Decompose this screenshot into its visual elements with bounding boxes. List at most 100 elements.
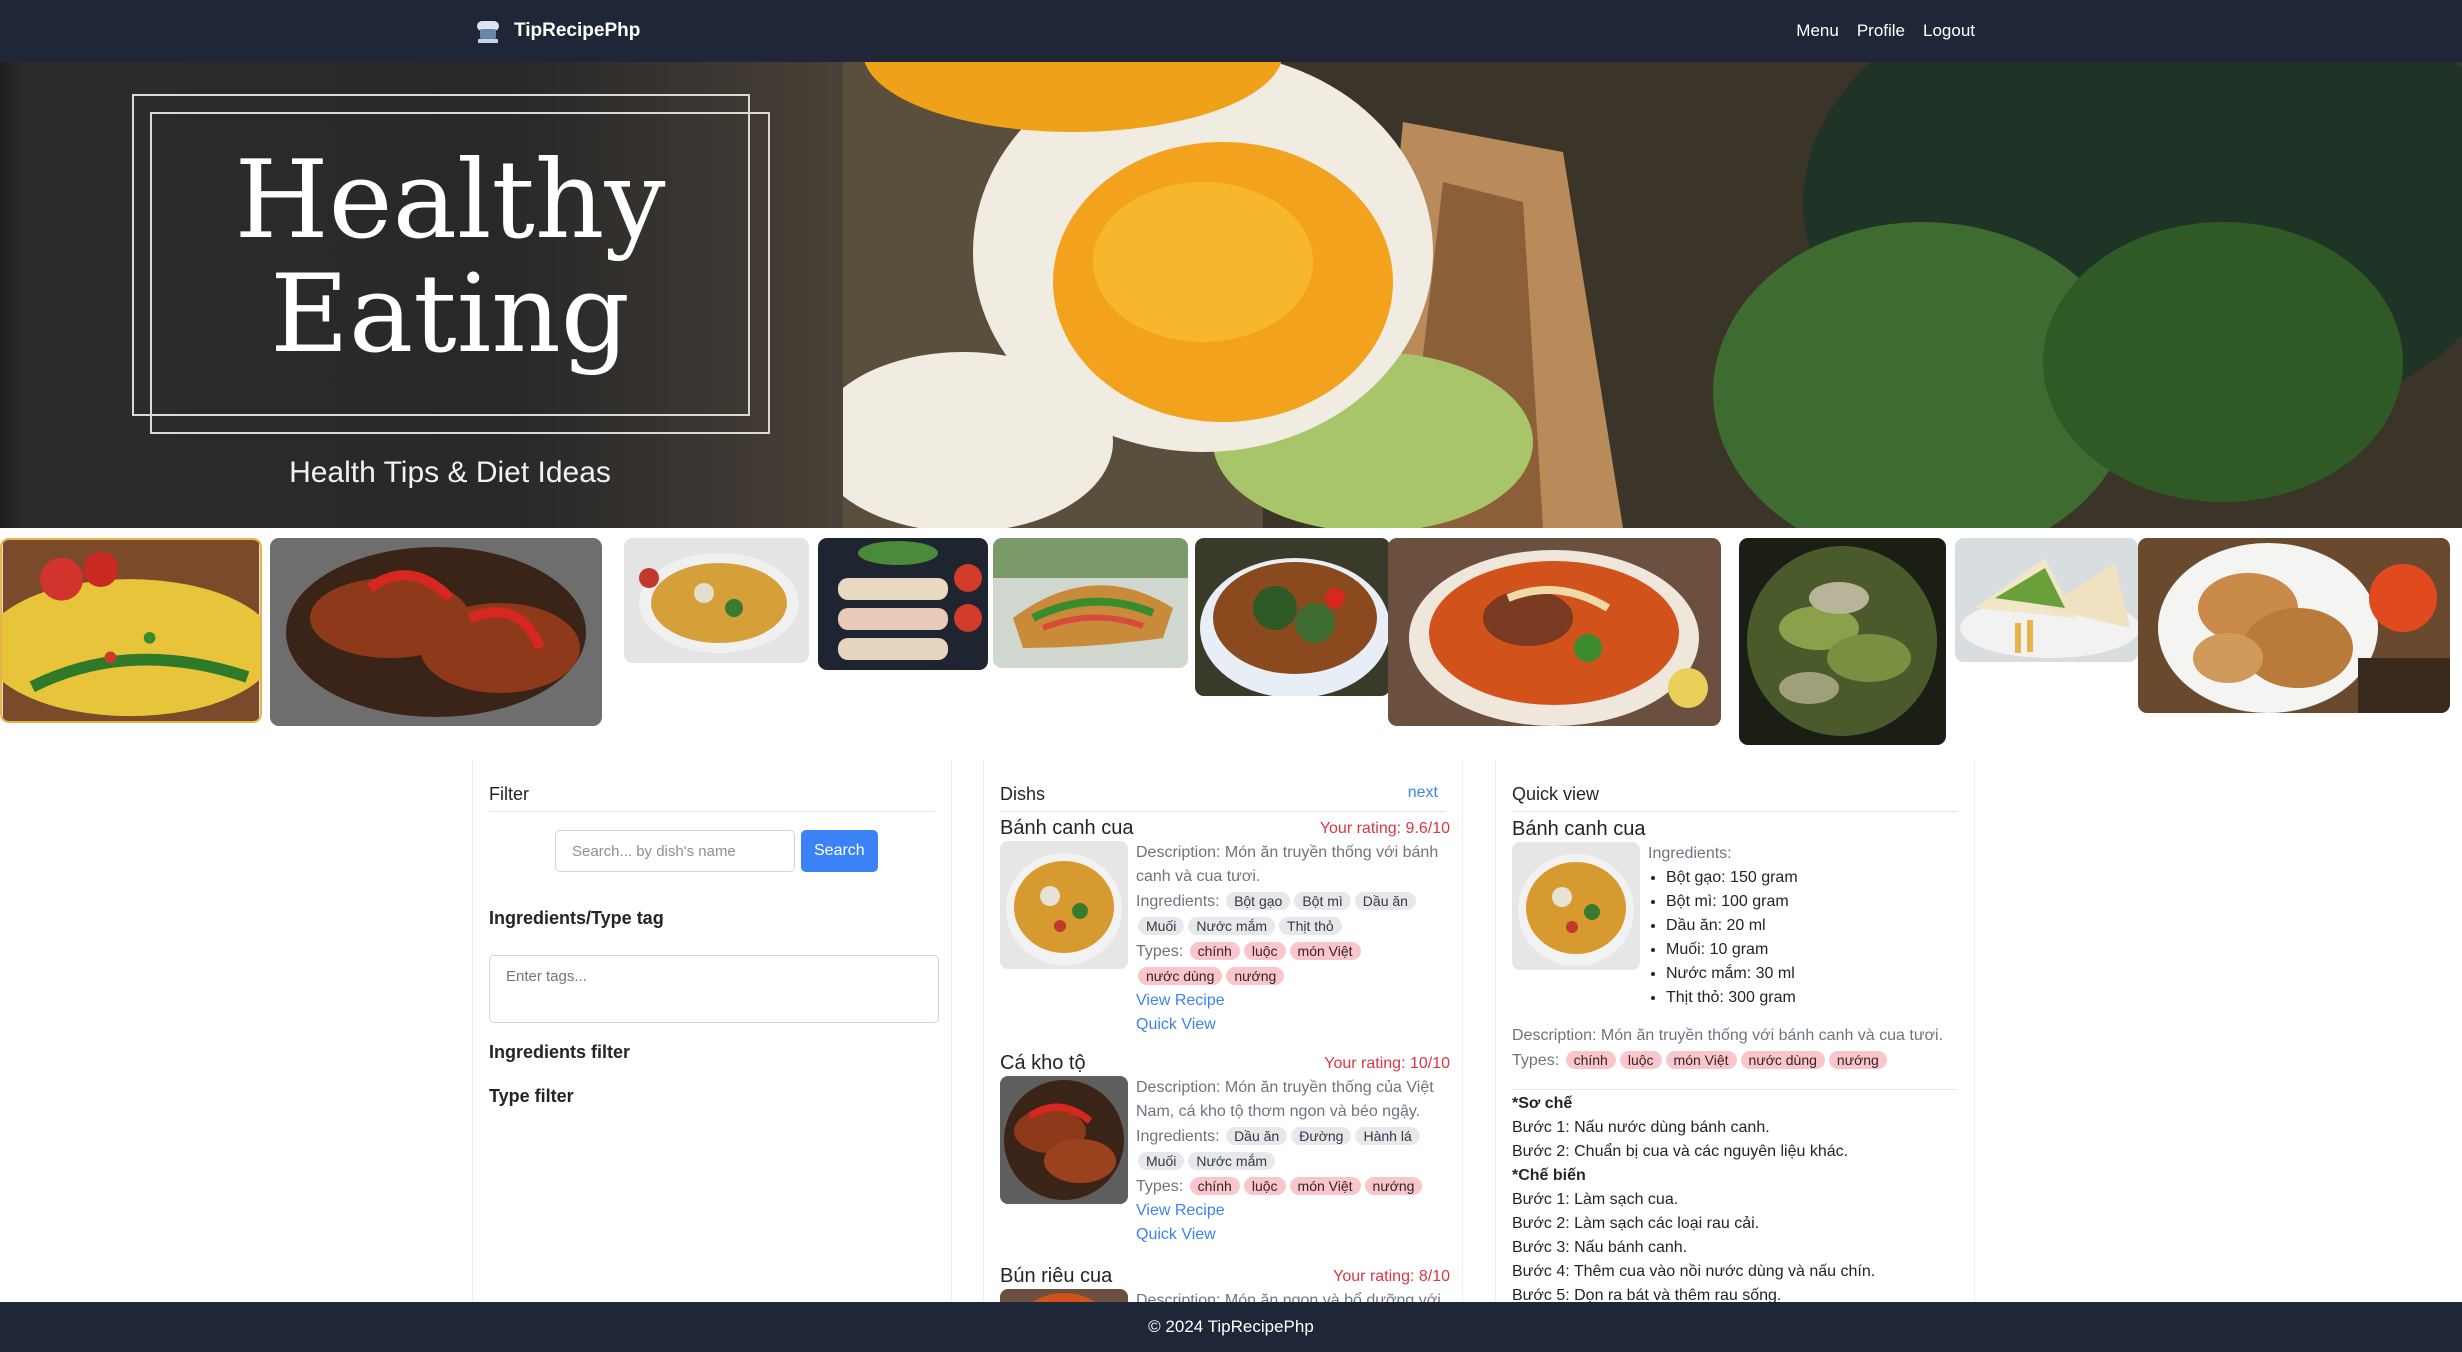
tags-label: Ingredients/Type tag <box>489 908 664 928</box>
dishes-panel: Dishs next Bánh canh cua Your rating: 9.… <box>983 760 1463 1305</box>
carousel-image[interactable] <box>818 538 988 670</box>
navbar: TipRecipePhp Menu Profile Logout <box>0 0 2462 62</box>
ingredients-label: Ingredients: <box>1136 893 1220 910</box>
dish-description: Description: Món ăn truyền thống với bán… <box>1136 844 1439 885</box>
quick-view-link[interactable]: Quick View <box>1136 1223 1448 1247</box>
prep-step: Bước 2: Chuẩn bị cua và các nguyên liệu … <box>1512 1143 1849 1160</box>
ingredient-tag[interactable]: Bột mì <box>1294 892 1351 910</box>
type-tag[interactable]: nướng <box>1364 1177 1423 1195</box>
type-tag[interactable]: món Việt <box>1665 1051 1737 1069</box>
ingredient-item: Muối: 10 gram <box>1666 938 1798 962</box>
view-recipe-link[interactable]: View Recipe <box>1136 989 1448 1013</box>
type-tag[interactable]: chính <box>1189 1177 1240 1195</box>
hero-subtitle: Health Tips & Diet Ideas <box>289 456 611 489</box>
type-tag[interactable]: chính <box>1189 942 1240 960</box>
cook-step: Bước 4: Thêm cua vào nồi nước dùng và nấ… <box>1512 1263 1876 1280</box>
cook-step: Bước 1: Làm sạch cua. <box>1512 1191 1679 1208</box>
ingredient-tag[interactable]: Hành lá <box>1355 1127 1420 1145</box>
dish-ingredients: Ingredients: Dầu ăn Đường Hành lá Muối Nước … <box>1136 1124 1448 1174</box>
ingredient-tag[interactable]: Nước mắm <box>1188 1152 1276 1170</box>
divider <box>1512 1089 1956 1090</box>
quick-view-link[interactable]: Quick View <box>1136 1013 1448 1037</box>
carousel-image[interactable] <box>1388 538 1721 726</box>
cook-step: Bước 3: Nấu bánh canh. <box>1512 1239 1688 1256</box>
ingredient-tag[interactable]: Muối <box>1138 917 1185 935</box>
types-label: Types: <box>1512 1052 1560 1069</box>
type-tag[interactable]: luộc <box>1243 1177 1286 1195</box>
dish-ingredients: Ingredients: Bột gạo Bột mì Dầu ăn Muối Nước… <box>1136 889 1448 939</box>
brand[interactable]: TipRecipePhp <box>472 14 640 48</box>
ingredient-item: Nước mắm: 30 ml <box>1666 962 1798 986</box>
nav-logout-link[interactable]: Logout <box>1923 21 1975 41</box>
quick-view-dish-name: Bánh canh cua <box>1512 818 1646 840</box>
dish-image <box>1000 841 1128 969</box>
nav-links: Menu Profile Logout <box>1796 0 1975 62</box>
carousel-image[interactable] <box>270 538 602 726</box>
ingredient-item: Thịt thỏ: 300 gram <box>1666 986 1798 1010</box>
search-input[interactable] <box>555 830 795 872</box>
ingredients-label: Ingredients: <box>1136 1128 1220 1145</box>
types-label: Types: <box>1136 943 1184 960</box>
dish-details: Description: Món ăn truyền thống với bán… <box>1136 841 1448 1037</box>
cook-heading: *Chế biến <box>1512 1167 1586 1184</box>
dish-name: Cá kho tộ <box>1000 1052 1086 1074</box>
ingredient-tag[interactable]: Dầu ăn <box>1354 892 1416 910</box>
dish-rating: Your rating: 9.6/10 <box>1319 820 1450 837</box>
dish-types: Types: chính luộc món Việt nước dùng nướng <box>1136 939 1448 989</box>
quick-view-ingredients: Ingredients: Bột gạo: 150 gram Bột mì: 1… <box>1648 842 1798 1010</box>
type-tag[interactable]: chính <box>1565 1051 1616 1069</box>
type-tag[interactable]: nước dùng <box>1138 967 1223 985</box>
dish-types: Types: chính luộc món Việt nướng <box>1136 1174 1448 1199</box>
dish-card: Cá kho tộ Your rating: 10/10 Description… <box>1000 1052 1450 1252</box>
ingredient-item: Bột mì: 100 gram <box>1666 890 1798 914</box>
tags-input[interactable] <box>489 955 939 1023</box>
view-recipe-link[interactable]: View Recipe <box>1136 1199 1448 1223</box>
ingredient-tag[interactable]: Đường <box>1291 1127 1352 1145</box>
ingredient-tag[interactable]: Dầu ăn <box>1226 1127 1288 1145</box>
type-tag[interactable]: nước dùng <box>1740 1051 1825 1069</box>
dish-image-carousel <box>0 528 2462 748</box>
type-tag[interactable]: luộc <box>1619 1051 1662 1069</box>
dish-description: Description: Món ăn truyền thống của Việ… <box>1136 1079 1434 1120</box>
recipe-steps: *Sơ chế Bước 1: Nấu nước dùng bánh canh.… <box>1512 1092 1972 1305</box>
dish-image <box>1000 1076 1128 1204</box>
type-filter-label[interactable]: Type filter <box>489 1086 574 1107</box>
type-tag[interactable]: nướng <box>1828 1051 1887 1069</box>
dish-card: Bún riêu cua Your rating: 8/10 Descripti… <box>1000 1265 1450 1305</box>
quick-view-image <box>1512 842 1640 970</box>
type-tag[interactable]: món Việt <box>1289 1177 1361 1195</box>
dish-rating: Your rating: 8/10 <box>1333 1268 1450 1285</box>
next-page-link[interactable]: next <box>1408 784 1438 802</box>
ingredient-tag[interactable]: Nước mắm <box>1188 917 1276 935</box>
footer: © 2024 TipRecipePhp <box>0 1302 2462 1352</box>
filter-title: Filter <box>489 784 529 804</box>
ingredients-filter-label[interactable]: Ingredients filter <box>489 1042 630 1063</box>
quick-view-header: Quick view <box>1512 772 1958 812</box>
type-tag[interactable]: luộc <box>1243 942 1286 960</box>
dish-name: Bánh canh cua <box>1000 817 1134 839</box>
carousel-image[interactable] <box>1739 538 1946 745</box>
prep-step: Bước 1: Nấu nước dùng bánh canh. <box>1512 1119 1770 1136</box>
carousel-image[interactable] <box>2138 538 2450 713</box>
quick-view-title: Quick view <box>1512 784 1600 804</box>
ingredient-tag[interactable]: Thịt thỏ <box>1279 917 1342 935</box>
type-tag[interactable]: món Việt <box>1289 942 1361 960</box>
quick-view-panel: Quick view Bánh canh cua Ingredients: Bộ… <box>1495 760 1975 1305</box>
type-tag[interactable]: nướng <box>1226 967 1285 985</box>
carousel-image[interactable] <box>0 538 262 723</box>
carousel-image[interactable] <box>1195 538 1390 696</box>
prep-heading: *Sơ chế <box>1512 1095 1573 1112</box>
nav-menu-link[interactable]: Menu <box>1796 21 1839 41</box>
hero-banner: Healthy Eating Health Tips & Diet Ideas <box>0 62 2462 528</box>
dish-card: Bánh canh cua Your rating: 9.6/10 Descri… <box>1000 817 1450 1039</box>
carousel-image[interactable] <box>993 538 1188 668</box>
dish-rating: Your rating: 10/10 <box>1324 1055 1450 1072</box>
nav-profile-link[interactable]: Profile <box>1857 21 1905 41</box>
search-button[interactable]: Search <box>801 830 878 872</box>
quick-view-description-block: Description: Món ăn truyền thống với bán… <box>1512 1024 1972 1073</box>
search-row: Search <box>555 830 878 872</box>
carousel-image[interactable] <box>1955 538 2138 662</box>
carousel-image[interactable] <box>624 538 809 663</box>
ingredient-tag[interactable]: Bột gạo <box>1226 892 1291 910</box>
ingredient-tag[interactable]: Muối <box>1138 1152 1185 1170</box>
